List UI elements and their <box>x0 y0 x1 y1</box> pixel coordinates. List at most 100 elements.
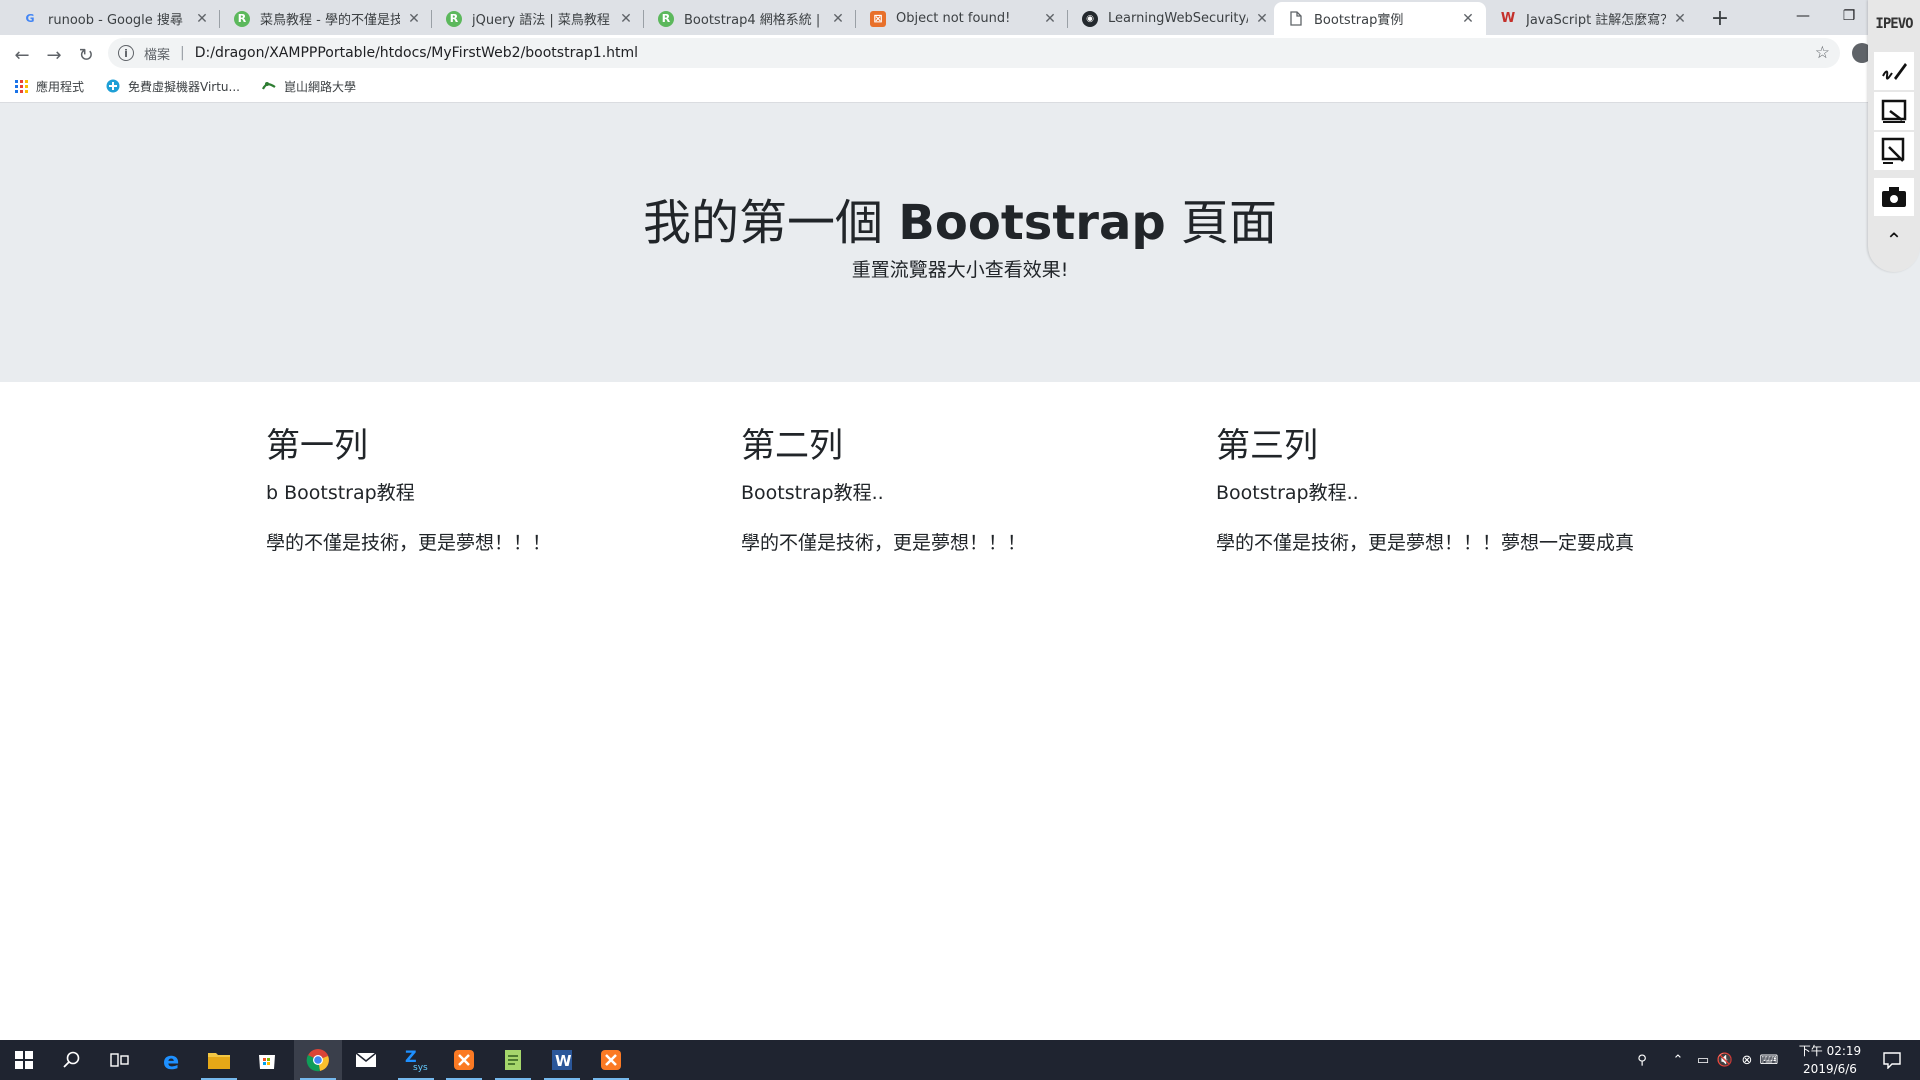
close-icon[interactable]: ✕ <box>1042 11 1058 27</box>
forward-arrow-icon[interactable]: → <box>40 41 68 69</box>
runoob-icon: R <box>234 10 250 27</box>
w3-icon: W <box>1500 11 1516 26</box>
column-heading: 第一列 <box>266 426 368 466</box>
tab-title: runoob - Google 搜尋 <box>48 13 183 28</box>
ipevo-logo: IPEVO <box>1875 16 1913 32</box>
zsys-app-icon[interactable]: Zsys <box>392 1040 440 1080</box>
xampp-control-icon[interactable] <box>587 1040 635 1080</box>
annotate-pen-icon[interactable] <box>1874 52 1914 90</box>
xampp-icon: ⊠ <box>870 10 886 27</box>
capture-screen-icon[interactable] <box>1874 92 1914 130</box>
reload-icon[interactable]: ↻ <box>72 41 100 69</box>
close-icon[interactable]: ✕ <box>1254 11 1270 27</box>
tab-jquery[interactable]: R jQuery 語法 | 菜鳥教程 ✕ <box>432 2 644 35</box>
collapse-chevron-up-icon[interactable]: ⌃ <box>1868 228 1920 252</box>
tab-title: jQuery 語法 | 菜鳥教程 <box>472 13 610 28</box>
tab-title: 菜鳥教程 - 學的不僅是技術 <box>260 13 400 28</box>
whiteboard-icon[interactable] <box>1874 132 1914 170</box>
column-3: 第三列 Bootstrap教程.. 學的不僅是技術，更是夢想！！！夢想一定要成真 <box>1216 418 1646 558</box>
runoob-icon: R <box>658 10 674 27</box>
tab-strip: G runoob - Google 搜尋 ✕ R 菜鳥教程 - 學的不僅是技術 … <box>0 0 1920 35</box>
address-bar[interactable]: i 檔案 | D:/dragon/XAMPPPortable/htdocs/My… <box>108 38 1840 68</box>
close-icon[interactable]: ✕ <box>406 11 422 27</box>
chrome-icon[interactable] <box>294 1040 342 1080</box>
store-icon[interactable] <box>243 1040 291 1080</box>
tab-title: LearningWebSecurity/Boo <box>1108 11 1248 26</box>
tab-bootstrap-example[interactable]: Bootstrap實例 ✕ <box>1274 2 1486 35</box>
notifications-icon[interactable] <box>1868 1040 1916 1080</box>
virtualbox-icon <box>106 79 120 93</box>
tab-runoob-home[interactable]: R 菜鳥教程 - 學的不僅是技術 ✕ <box>220 2 432 35</box>
page-title: 我的第一個 Bootstrap 頁面 <box>643 195 1277 251</box>
edge-icon[interactable]: e <box>147 1040 195 1080</box>
bookmark-virtualbox[interactable]: 免費虛擬機器Virtu... <box>106 78 240 95</box>
column-2: 第二列 Bootstrap教程.. 學的不僅是技術，更是夢想！！！ <box>741 418 1171 558</box>
tab-bootstrap4-grid[interactable]: R Bootstrap4 網格系統 | 菜鳥 ✕ <box>644 2 856 35</box>
column-1: 第一列 b Bootstrap教程 學的不僅是技術，更是夢想！！！ <box>266 418 696 558</box>
column-text: 學的不僅是技術，更是夢想！！！ <box>741 532 1027 554</box>
close-icon[interactable]: ✕ <box>830 11 846 27</box>
browser-toolbar: ← → ↻ i 檔案 | D:/dragon/XAMPPPortable/htd… <box>0 35 1920 103</box>
star-icon[interactable]: ☆ <box>1815 43 1830 63</box>
tab-title: Bootstrap4 網格系統 | 菜鳥 <box>684 13 824 28</box>
column-text: 學的不僅是技術，更是夢想！！！夢想一定要成真 <box>1216 532 1635 554</box>
svg-text:W: W <box>555 1052 572 1070</box>
page-subtitle: 重置流覽器大小查看效果! <box>851 259 1069 281</box>
file-explorer-icon[interactable] <box>195 1040 243 1080</box>
status-x-icon[interactable]: ⊗ <box>1736 1053 1758 1068</box>
bookmark-label: 免費虛擬機器Virtu... <box>128 79 240 94</box>
new-tab-button[interactable]: + <box>1706 4 1734 32</box>
close-icon[interactable]: ✕ <box>1672 11 1688 27</box>
search-icon[interactable] <box>48 1040 96 1080</box>
bookmark-label: 應用程式 <box>36 79 85 94</box>
volume-muted-icon[interactable]: 🔇 <box>1714 1053 1736 1068</box>
ksu-icon <box>262 79 276 93</box>
tab-title: Object not found! <box>896 11 1011 26</box>
column-text: b Bootstrap教程 <box>266 482 415 504</box>
close-icon[interactable]: ✕ <box>194 11 210 27</box>
xampp-icon[interactable] <box>440 1040 488 1080</box>
runoob-icon: R <box>446 10 462 27</box>
bookmark-label: 崑山網路大學 <box>283 79 356 94</box>
mail-icon[interactable] <box>342 1040 390 1080</box>
tab-object-not-found[interactable]: ⊠ Object not found! ✕ <box>856 2 1068 35</box>
notepad-icon[interactable] <box>489 1040 537 1080</box>
tab-github[interactable]: ◉ LearningWebSecurity/Boo ✕ <box>1068 2 1280 35</box>
close-icon[interactable]: ✕ <box>618 11 634 27</box>
close-icon[interactable]: ✕ <box>1460 11 1476 27</box>
restore-button[interactable]: ❐ <box>1826 0 1872 32</box>
svg-text:sys: sys <box>413 1063 428 1072</box>
ipevo-toolbar: IPEVO ⌃ <box>1868 0 1920 272</box>
windows-start-icon[interactable] <box>0 1040 48 1080</box>
security-label: 檔案 <box>144 47 171 63</box>
jumbotron: 我的第一個 Bootstrap 頁面 重置流覽器大小查看效果! <box>0 103 1920 382</box>
bookmark-ksu[interactable]: 崑山網路大學 <box>262 78 356 95</box>
minimize-button[interactable]: — <box>1780 0 1826 32</box>
camera-icon[interactable] <box>1874 178 1914 216</box>
tab-title: JavaScript 註解怎麼寫？這 <box>1526 13 1666 28</box>
github-icon: ◉ <box>1082 10 1098 27</box>
column-heading: 第二列 <box>741 426 843 466</box>
chevron-up-icon[interactable]: ⌃ <box>1664 1053 1692 1068</box>
tab-javascript-comment[interactable]: W JavaScript 註解怎麼寫？這 ✕ <box>1486 2 1698 35</box>
ime-icon[interactable]: ⌨ <box>1758 1053 1780 1068</box>
column-text: 學的不僅是技術，更是夢想！！！ <box>266 532 552 554</box>
url-text[interactable]: D:/dragon/XAMPPPortable/htdocs/MyFirstWe… <box>195 45 638 61</box>
google-icon: G <box>25 12 35 25</box>
back-arrow-icon[interactable]: ← <box>8 41 36 69</box>
tab-runoob-google[interactable]: G runoob - Google 搜尋 ✕ <box>8 2 220 35</box>
document-icon <box>1288 11 1304 27</box>
word-icon[interactable]: W <box>538 1040 586 1080</box>
tab-title: Bootstrap實例 <box>1314 13 1404 28</box>
info-icon[interactable]: i <box>118 45 134 61</box>
network-icon[interactable]: ▭ <box>1692 1053 1714 1068</box>
bookmarks-bar: 應用程式 免費虛擬機器Virtu... 崑山網路大學 <box>0 72 364 100</box>
column-text: Bootstrap教程.. <box>741 482 884 504</box>
people-icon[interactable]: ⚲ <box>1628 1053 1656 1068</box>
taskbar-clock[interactable]: 下午 02:19 2019/6/6 <box>1790 1042 1870 1078</box>
clock-date: 2019/6/6 <box>1803 1062 1857 1076</box>
clock-time: 下午 02:19 <box>1798 1044 1862 1058</box>
task-view-icon[interactable] <box>96 1040 144 1080</box>
bookmark-apps[interactable]: 應用程式 <box>14 78 84 95</box>
apps-grid-icon <box>14 79 28 93</box>
